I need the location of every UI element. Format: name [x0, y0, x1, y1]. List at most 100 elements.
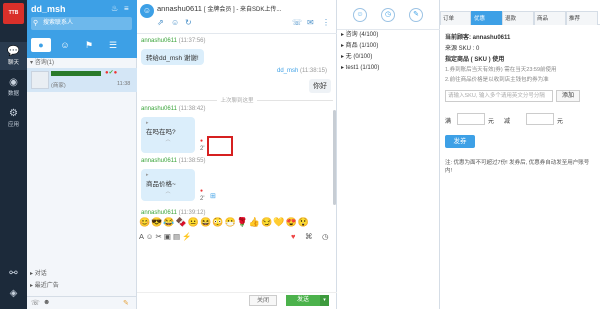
- font-icon[interactable]: A: [139, 232, 144, 241]
- message-bubble-self: 你好: [309, 79, 331, 93]
- avatar: [31, 71, 49, 89]
- data-icon: ◉: [9, 77, 18, 88]
- profile-icon[interactable]: ☺: [171, 18, 179, 27]
- group-row[interactable]: ▸ 商品 (1/100): [341, 41, 378, 52]
- full-label: 满: [445, 119, 452, 125]
- scissors-icon[interactable]: ✂: [155, 232, 161, 241]
- right-tabs: 订单 优惠 退款 商品 推荐: [440, 11, 600, 25]
- note-2: 2.前往商品价格是以收到店主钱包的券为准: [445, 77, 549, 83]
- user-name: dd_msh: [31, 4, 66, 14]
- group-icon[interactable]: ☺: [353, 8, 367, 22]
- issue-coupon-button[interactable]: 发券: [445, 135, 475, 148]
- send-options-icon[interactable]: ▾: [320, 295, 329, 306]
- full-amount-input[interactable]: [457, 113, 485, 125]
- image-icon[interactable]: ▣: [164, 232, 171, 241]
- chat-panel: ☺ annashu0611 [ 金牌会员 ] - 来自SDK上传... ⇗ ☺ …: [137, 0, 337, 309]
- chat-header: ☺ annashu0611 [ 金牌会员 ] - 来自SDK上传... ⇗ ☺ …: [137, 0, 337, 34]
- contact-time: 11:38: [117, 81, 131, 87]
- note-1: 1.券到账后当天有效(券) 需在当天23:59前使用: [445, 67, 557, 73]
- minus-amount-input[interactable]: [526, 113, 554, 125]
- link-icon[interactable]: ⚯: [0, 266, 27, 282]
- expand-icon: ▾: [30, 60, 34, 66]
- message-input[interactable]: [137, 244, 337, 292]
- unread-dot: ●: [200, 138, 204, 144]
- add-button[interactable]: 添加: [556, 90, 580, 102]
- nav-item-data[interactable]: ◉ 数据: [0, 73, 27, 101]
- read-tag: 2': [200, 196, 205, 202]
- link-recent-ads[interactable]: ▸ 最近广告: [27, 280, 137, 292]
- search-icon: ⚲: [33, 20, 39, 27]
- tab-groups[interactable]: ⚑: [79, 38, 99, 52]
- apps-icon: ⚙: [9, 108, 18, 119]
- app-logo: TTB: [3, 3, 24, 24]
- group-row[interactable]: ▸ 无 (0/100): [341, 52, 372, 63]
- contacts-panel: dd_msh ♨ ≡ ⚲ 搜索联系人 ● ☺ ⚑ ☰ ▾ 咨询(1) ●✔● (…: [27, 0, 137, 309]
- nav-item-chat[interactable]: 💬 聊天: [0, 42, 27, 70]
- chat-icon: 💬: [7, 46, 20, 57]
- chat-title: annashu0611 [ 金牌会员 ] - 来自SDK上传...: [157, 4, 282, 13]
- menu-icon[interactable]: ≡: [124, 4, 129, 13]
- message-meta: dd_msh (11:38:15): [277, 68, 327, 74]
- history-marker: 上次聊到这里: [137, 96, 337, 104]
- bottom-links: ▸ 对话 ▸ 最近广告: [27, 268, 137, 292]
- right-panel: 订单 优惠 退款 商品 推荐 当前顾客: annashu0611 来源 SKU …: [440, 0, 600, 309]
- chat-scrollbar[interactable]: [333, 110, 336, 205]
- share-icon[interactable]: ⇗: [157, 18, 164, 27]
- notification-icon[interactable]: ♨: [111, 4, 118, 13]
- message-meta: annashu0611 (11:38:55): [141, 158, 206, 164]
- tab-products[interactable]: 商品: [534, 11, 566, 25]
- settings-icon[interactable]: ◈: [0, 286, 27, 302]
- section-consult[interactable]: ▾ 咨询(1): [27, 58, 137, 68]
- clean-icon[interactable]: ✎: [123, 299, 129, 307]
- tab-contacts[interactable]: ☺: [55, 38, 75, 52]
- tab-coupons[interactable]: 优惠: [471, 11, 502, 25]
- tab-chats[interactable]: ●: [31, 38, 51, 52]
- footnote: 注: 优惠为面不可超过7份! 发券后, 优惠券自动发至用户账号内!: [445, 160, 590, 174]
- message-icon[interactable]: ☏: [292, 18, 302, 27]
- message-meta: annashu0611 (11:38:42): [141, 106, 206, 112]
- contact-item[interactable]: ●✔● (商家) 11:38: [27, 68, 137, 92]
- file-icon[interactable]: ▤: [173, 232, 180, 241]
- emoji-bar[interactable]: 😊😎😂🍫😐😆😳😷🌹👍😏💛😍😲: [137, 217, 337, 231]
- link-dialog[interactable]: ▸ 对话: [27, 268, 137, 280]
- contacts-icon[interactable]: ☻: [43, 299, 50, 306]
- emoji-icon[interactable]: ☺: [146, 232, 154, 241]
- yuan-label: 元: [488, 119, 495, 125]
- highlight-box: [207, 136, 233, 156]
- shortcut-icon[interactable]: ⌘: [305, 232, 313, 241]
- message-bubble: ▸ 商品价格~ ︿: [141, 169, 195, 201]
- tag-icon[interactable]: ✎: [409, 8, 423, 22]
- group-row[interactable]: ▸ 咨询 (4/100): [341, 30, 378, 41]
- message-meta: annashu0611 (11:37:56): [141, 38, 206, 44]
- tab-more[interactable]: ☰: [103, 38, 123, 52]
- minus-label: 减: [504, 119, 511, 125]
- groups-header: ☺ ◷ ✎: [337, 0, 440, 30]
- contact-avatar: ☺: [140, 4, 154, 18]
- refresh-icon[interactable]: ↻: [185, 18, 192, 27]
- send-button[interactable]: 发送: [286, 295, 320, 306]
- unread-dot: ●: [200, 188, 204, 194]
- mail-icon[interactable]: ✉: [307, 18, 314, 27]
- clock-icon[interactable]: ◷: [381, 8, 395, 22]
- quick-reply-icon[interactable]: ⚡: [182, 232, 191, 241]
- message-bubble: ▸ 在吗在吗? ︿: [141, 117, 195, 153]
- history-icon[interactable]: ◷: [322, 232, 329, 241]
- contact-search-input[interactable]: ⚲ 搜索联系人: [31, 17, 132, 30]
- tab-refunds[interactable]: 退款: [502, 11, 534, 25]
- contacts-header: dd_msh ♨ ≡ ⚲ 搜索联系人 ● ☺ ⚑ ☰: [27, 0, 137, 58]
- tab-orders[interactable]: 订单: [440, 11, 471, 25]
- message-meta: annashu0611 (11:39:12): [141, 210, 206, 216]
- more-icon[interactable]: ⋮: [322, 18, 330, 27]
- close-button[interactable]: 关闭: [249, 295, 277, 306]
- assign-label: 指定商品 ( SKU ) 使用: [445, 57, 505, 63]
- message-list: annashu0611 (11:37:56) 转给dd_msh 谢谢! dd_m…: [137, 34, 337, 217]
- phone-icon[interactable]: ☏: [31, 299, 40, 307]
- group-row[interactable]: ▸ test1 (1/100): [341, 63, 379, 74]
- send-row: 关闭 发送 ▾: [137, 292, 337, 308]
- sku-input[interactable]: 请输入SKU, 输入多个请用英文分号分隔: [445, 90, 553, 102]
- tab-recommend[interactable]: 推荐: [566, 11, 598, 25]
- yuan-label: 元: [557, 119, 564, 125]
- translate-icon[interactable]: ⊞: [210, 192, 216, 200]
- nav-item-apps[interactable]: ⚙ 应用: [0, 104, 27, 132]
- heart-icon[interactable]: ♥: [291, 232, 295, 241]
